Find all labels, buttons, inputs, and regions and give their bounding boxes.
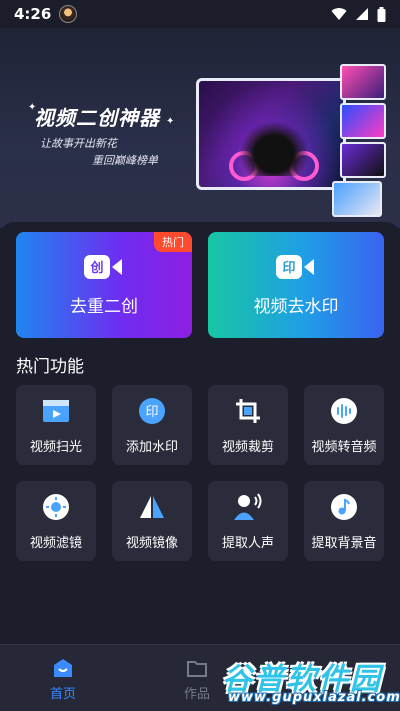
add-watermark-icon: 印 <box>137 396 167 426</box>
watermark-video-icon: 印 <box>276 254 316 280</box>
status-icons <box>331 6 386 22</box>
hero-title: 视频二创神器 <box>34 106 160 130</box>
status-bar: 4:26 <box>0 0 400 28</box>
folder-icon <box>187 661 207 677</box>
home-icon <box>54 659 72 677</box>
status-time: 4:26 <box>14 5 52 23</box>
nav-home[interactable]: 首页 <box>50 657 76 702</box>
wifi-icon <box>331 8 347 20</box>
dedup-remix-label: 去重二创 <box>70 296 138 317</box>
section-title: 热门功能 <box>16 357 84 377</box>
nav-works[interactable]: 作品 <box>184 657 210 702</box>
tool-video-mirror[interactable]: 视频镜像 <box>112 481 192 561</box>
music-note-icon <box>329 492 359 522</box>
remove-watermark-label: 视频去水印 <box>253 296 339 317</box>
hero-motorcycle-image <box>196 78 346 190</box>
tool-crop[interactable]: 视频裁剪 <box>208 385 288 465</box>
video-scan-icon <box>41 396 71 426</box>
filter-icon <box>41 492 71 522</box>
thumbnail-image <box>340 103 386 139</box>
hero-subtitle-1: 让故事开出新花 <box>40 137 117 150</box>
hero-banner[interactable]: ✦ ✦ 视频二创神器 让故事开出新花 重回巅峰榜单 <box>0 28 400 228</box>
watermark-url: www.gupuxlazal.com <box>228 690 400 705</box>
crop-icon <box>233 396 263 426</box>
tool-video-scan[interactable]: 视频扫光 <box>16 385 96 465</box>
tool-video-to-audio[interactable]: 视频转音频 <box>304 385 384 465</box>
thumbnail-image <box>332 181 382 217</box>
notification-avatar-icon <box>59 5 78 23</box>
battery-icon <box>377 6 386 22</box>
dedup-remix-card[interactable]: 热门 创 去重二创 <box>16 232 192 338</box>
sparkle-icon: ✦ <box>166 116 175 127</box>
tool-video-filter[interactable]: 视频滤镜 <box>16 481 96 561</box>
tool-extract-background-audio[interactable]: 提取背景音 <box>304 481 384 561</box>
tool-add-watermark[interactable]: 印 添加水印 <box>112 385 192 465</box>
thumbnail-image <box>340 142 386 178</box>
signal-icon <box>356 8 368 20</box>
tool-extract-voice[interactable]: 提取人声 <box>208 481 288 561</box>
hero-thumbnails <box>332 64 392 226</box>
hot-badge: 热门 <box>154 232 192 252</box>
rider-shape <box>239 121 309 176</box>
voice-extract-icon <box>233 492 263 522</box>
hero-subtitle-2: 重回巅峰榜单 <box>92 154 158 167</box>
remix-video-icon: 创 <box>84 254 124 280</box>
svg-text:印: 印 <box>145 405 158 420</box>
mirror-icon <box>137 492 167 522</box>
audio-wave-icon <box>329 396 359 426</box>
thumbnail-image <box>340 64 386 100</box>
remove-watermark-card[interactable]: 印 视频去水印 <box>208 232 384 338</box>
site-watermark: 谷普软件园 www.gupuxlazal.com <box>218 652 400 708</box>
